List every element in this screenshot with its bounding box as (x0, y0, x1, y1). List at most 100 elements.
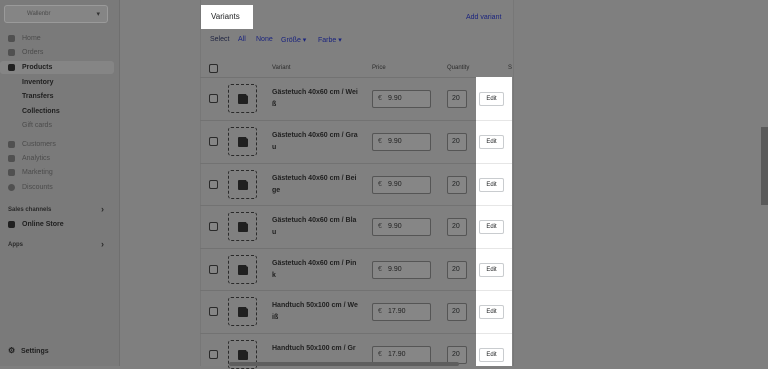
currency-symbol: € (378, 351, 382, 358)
row-checkbox[interactable] (209, 180, 218, 189)
sidebar-item-orders[interactable]: Orders (0, 46, 114, 59)
sidebar-item-label: Transfers (22, 93, 54, 100)
add-image-icon (238, 134, 251, 147)
divider (200, 163, 476, 164)
sidebar-item-settings[interactable]: ⚙ Settings (8, 346, 49, 355)
variant-image-placeholder[interactable] (228, 255, 257, 284)
edit-button[interactable]: Edit (479, 348, 504, 362)
home-icon (8, 35, 15, 42)
price-value: 9.90 (388, 95, 402, 102)
select-none-link[interactable]: None (256, 36, 273, 43)
sidebar-item-label: Orders (22, 49, 44, 56)
variant-name: Gästetuch 40x60 cm / Bla u (272, 217, 357, 236)
sidebar-item-inventory[interactable]: Inventory (0, 76, 114, 89)
apps-label: Apps (8, 242, 23, 248)
divider (476, 248, 512, 249)
divider (200, 290, 476, 291)
sidebar-item-analytics[interactable]: Analytics (0, 152, 114, 165)
customers-icon (8, 141, 15, 148)
sidebar-item-products[interactable]: Products (0, 61, 114, 74)
row-checkbox[interactable] (209, 222, 218, 231)
sidebar-item-customers[interactable]: Customers (0, 138, 114, 151)
sidebar-item-label: Home (22, 35, 41, 42)
price-field[interactable]: €17.90 (372, 303, 431, 321)
quantity-field[interactable]: 20 (447, 176, 467, 194)
settings-label: Settings (21, 348, 49, 355)
add-variant-link[interactable]: Add variant (466, 14, 501, 21)
edit-button[interactable]: Edit (479, 305, 504, 319)
store-name: Wallenbr (27, 11, 51, 17)
variant-image-placeholder[interactable] (228, 297, 257, 326)
horizontal-scrollbar[interactable] (229, 362, 459, 366)
size-filter-dropdown[interactable]: Größe ▾ (281, 36, 306, 44)
quantity-field[interactable]: 20 (447, 133, 467, 151)
variant-image-placeholder[interactable] (228, 127, 257, 156)
sidebar-item-marketing[interactable]: Marketing (0, 166, 114, 179)
price-value: 9.90 (388, 181, 402, 188)
select-all-link[interactable]: All (238, 36, 246, 43)
store-selector[interactable]: Wallenbr ▾ (4, 5, 108, 23)
row-checkbox[interactable] (209, 94, 218, 103)
variant-image-placeholder[interactable] (228, 212, 257, 241)
discounts-icon (8, 184, 15, 191)
variant-name: Gästetuch 40x60 cm / Gra u (272, 132, 358, 151)
variant-image-placeholder[interactable] (228, 84, 257, 113)
divider (200, 333, 476, 334)
sidebar-item-label: Analytics (22, 155, 51, 162)
divider (476, 163, 512, 164)
edit-button[interactable]: Edit (479, 92, 504, 106)
divider (476, 120, 512, 121)
row-checkbox[interactable] (209, 265, 218, 274)
price-field[interactable]: €9.90 (372, 90, 431, 108)
quantity-field[interactable]: 20 (447, 303, 467, 321)
sidebar-item-transfers[interactable]: Transfers (0, 90, 114, 103)
price-field[interactable]: €9.90 (372, 176, 431, 194)
quantity-field[interactable]: 20 (447, 218, 467, 236)
column-header-sku: S (508, 65, 513, 71)
edit-button[interactable]: Edit (479, 135, 504, 149)
column-header-variant: Variant (272, 65, 291, 71)
variant-name: Gästetuch 40x60 cm / Wei ß (272, 89, 358, 108)
sidebar-item-collections[interactable]: Collections (0, 105, 114, 118)
price-field[interactable]: €9.90 (372, 133, 431, 151)
quantity-field[interactable]: 20 (447, 90, 467, 108)
gear-icon: ⚙ (8, 346, 16, 355)
variant-image-placeholder[interactable] (228, 170, 257, 199)
price-field[interactable]: €9.90 (372, 218, 431, 236)
add-image-icon (238, 91, 251, 104)
sidebar-item-online-store[interactable]: Online Store (0, 218, 114, 231)
vertical-scrollbar[interactable] (761, 127, 768, 205)
price-value: 9.90 (388, 138, 402, 145)
currency-symbol: € (378, 138, 382, 145)
chevron-right-icon[interactable]: › (101, 239, 104, 249)
sidebar-item-home[interactable]: Home (0, 32, 114, 45)
divider (200, 205, 476, 206)
row-checkbox[interactable] (209, 350, 218, 359)
price-value: 9.90 (388, 266, 402, 273)
edit-button[interactable]: Edit (479, 263, 504, 277)
edit-button[interactable]: Edit (479, 178, 504, 192)
orders-icon (8, 49, 15, 56)
sidebar-item-label: Customers (22, 141, 56, 148)
sidebar-item-label: Discounts (22, 184, 53, 191)
add-image-icon (238, 262, 251, 275)
edit-button[interactable]: Edit (479, 220, 504, 234)
add-image-icon (238, 219, 251, 232)
price-field[interactable]: €9.90 (372, 261, 431, 279)
chevron-right-icon[interactable]: › (101, 204, 104, 214)
quantity-field[interactable]: 20 (447, 261, 467, 279)
row-checkbox[interactable] (209, 307, 218, 316)
add-image-icon (238, 304, 251, 317)
store-icon (8, 221, 15, 228)
column-header-price: Price (372, 65, 386, 71)
color-filter-dropdown[interactable]: Farbe ▾ (318, 36, 342, 44)
add-image-icon (238, 177, 251, 190)
sidebar-item-gift-cards[interactable]: Gift cards (0, 119, 114, 132)
currency-symbol: € (378, 266, 382, 273)
sidebar-item-label: Marketing (22, 169, 53, 176)
divider (476, 205, 512, 206)
divider (200, 77, 476, 78)
row-checkbox[interactable] (209, 137, 218, 146)
select-all-checkbox[interactable] (209, 64, 218, 73)
sidebar-item-discounts[interactable]: Discounts (0, 181, 114, 194)
